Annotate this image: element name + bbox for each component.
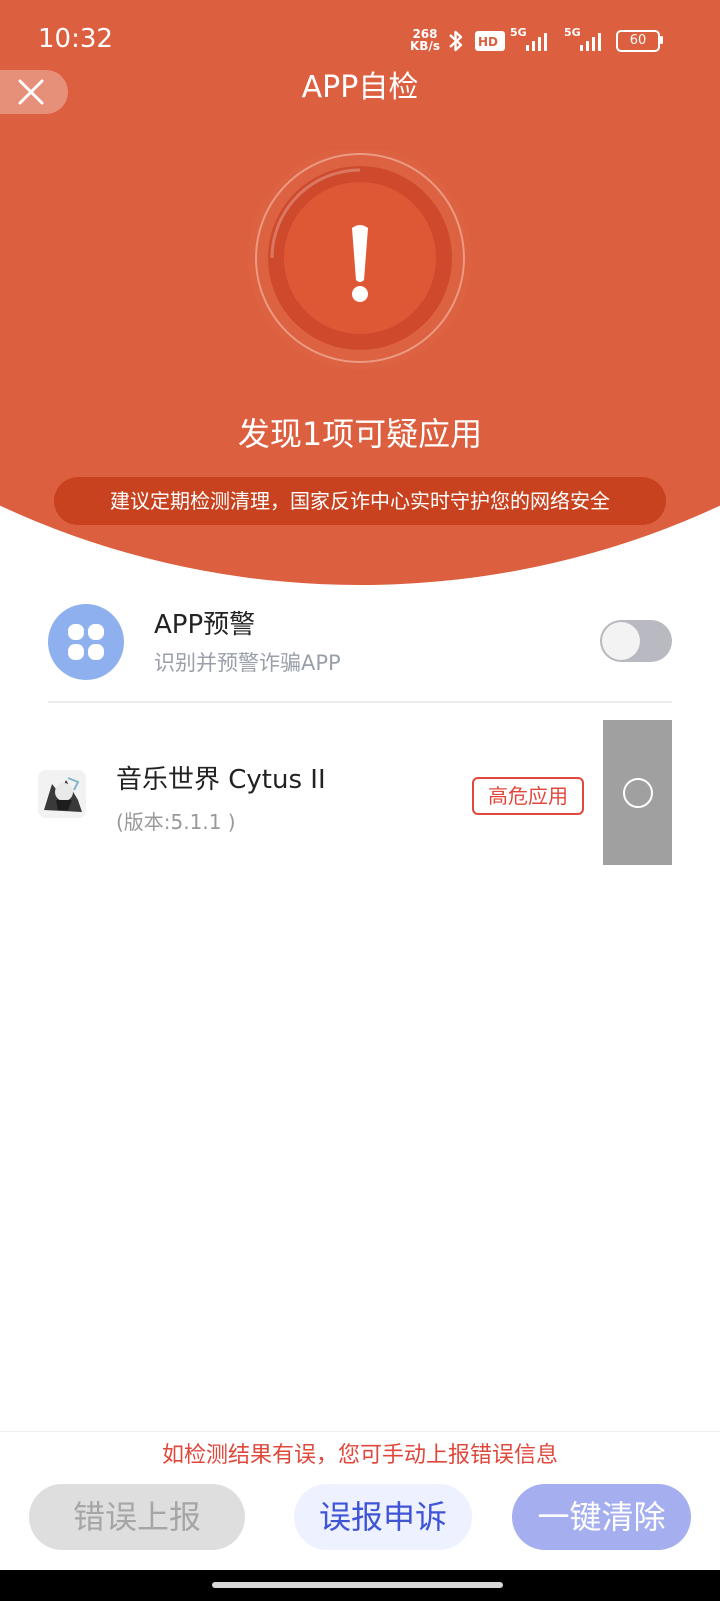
navigation-bar xyxy=(0,1570,720,1601)
security-tip-banner: 建议定期检测清理，国家反诈中心实时守护您的网络安全 xyxy=(54,477,666,525)
signal-icon xyxy=(526,33,547,51)
one-click-clear-button[interactable]: 一键清除 xyxy=(512,1484,691,1550)
network-speed: 268 KB/s xyxy=(410,27,440,53)
footer-note: 如检测结果有误，您可手动上报错误信息 xyxy=(161,1443,558,1468)
page-title: APP自检 xyxy=(301,70,419,105)
section-divider xyxy=(48,701,672,703)
alert-graphic xyxy=(240,146,480,370)
toggle-knob xyxy=(602,622,640,660)
radio-circle-icon xyxy=(623,778,653,808)
error-report-button[interactable]: 错误上报 xyxy=(29,1484,245,1550)
battery-icon: 60 xyxy=(616,30,660,52)
app-grid-glyph xyxy=(52,608,120,676)
svg-text:HD: HD xyxy=(478,35,498,49)
home-indicator[interactable] xyxy=(212,1582,503,1588)
app-warning-setting: APP预警 识别并预警诈骗APP xyxy=(48,600,672,700)
appeal-button[interactable]: 误报申诉 xyxy=(294,1484,472,1550)
signal-icon xyxy=(580,33,601,51)
select-app-checkbox[interactable] xyxy=(603,720,672,865)
status-time: 10:32 xyxy=(38,24,113,54)
warning-subtitle: 识别并预警诈骗APP xyxy=(154,651,341,675)
hd-icon: HD xyxy=(475,31,505,51)
app-icon xyxy=(38,770,86,818)
exclamation-icon xyxy=(352,225,368,302)
app-warning-toggle[interactable] xyxy=(600,620,672,662)
battery-tip xyxy=(660,36,663,44)
battery-level: 60 xyxy=(629,33,647,48)
footer-divider xyxy=(0,1431,720,1432)
app-name: 音乐世界 Cytus II xyxy=(116,765,326,795)
risk-badge: 高危应用 xyxy=(472,777,584,815)
bluetooth-icon xyxy=(449,30,463,52)
app-grid-icon xyxy=(48,604,124,680)
header-hero: 10:32 268 KB/s HD 5G 5G 60 APP自检 发现1项可疑应… xyxy=(0,0,720,585)
cytus-app-icon xyxy=(38,770,86,818)
list-item[interactable]: 音乐世界 Cytus II (版本:5.1.1 ) 高危应用 xyxy=(36,720,672,870)
app-version: (版本:5.1.1 ) xyxy=(116,810,236,834)
warning-title: APP预警 xyxy=(154,610,256,640)
scan-result-message: 发现1项可疑应用 xyxy=(237,415,483,453)
